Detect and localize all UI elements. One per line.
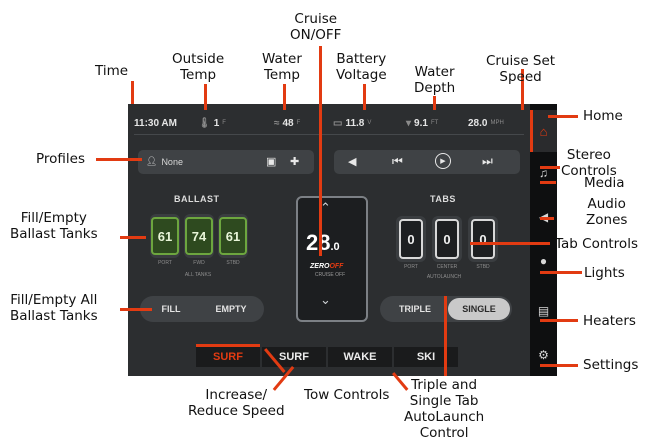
annotation-outside-temp: Outside Temp bbox=[172, 51, 225, 83]
save-profile-icon[interactable]: ▣ bbox=[266, 155, 276, 168]
line-profiles bbox=[96, 158, 142, 161]
status-divider bbox=[134, 134, 524, 135]
cruise-speed-display: 28.0 bbox=[306, 232, 340, 254]
ballast-all-caption: ALL TANKS bbox=[184, 272, 212, 278]
home-icon[interactable]: ⌂ bbox=[530, 118, 557, 144]
tab-port-value[interactable]: 0 bbox=[399, 219, 423, 259]
tab-stbd-value[interactable]: 0 bbox=[471, 219, 495, 259]
tab-port-label: PORT bbox=[404, 264, 418, 270]
annotation-time: Time bbox=[95, 63, 129, 79]
annotation-home: Home bbox=[583, 108, 623, 124]
water-thermometer-icon: ≈ bbox=[274, 117, 280, 129]
tow-mode-wake[interactable]: WAKE bbox=[328, 347, 392, 367]
thermometer-icon: 🌡︎ bbox=[198, 117, 211, 129]
empty-all-button[interactable]: EMPTY bbox=[200, 296, 262, 322]
line-lights bbox=[540, 271, 582, 274]
line-ballast bbox=[120, 236, 146, 239]
line-outside-temp bbox=[204, 84, 207, 110]
line-tabs bbox=[470, 242, 550, 245]
annotation-triple: Triple and Single Tab AutoLaunch Control bbox=[404, 377, 485, 441]
line-fill-all bbox=[120, 308, 152, 311]
volume-icon[interactable]: ◀ bbox=[348, 155, 356, 168]
ballast-tank-fwd-value[interactable]: 74 bbox=[185, 217, 213, 255]
line-time bbox=[131, 81, 134, 104]
line-heaters bbox=[540, 319, 578, 322]
cruise-status: CRUISE OFF bbox=[314, 272, 346, 278]
line-depth bbox=[433, 96, 436, 110]
annotation-audio: Audio Zones bbox=[586, 196, 628, 228]
annotation-settings: Settings bbox=[583, 357, 639, 373]
line-water-temp bbox=[283, 84, 286, 110]
previous-track-icon[interactable]: ⏮︎ bbox=[392, 154, 403, 169]
outside-temp-readout: 🌡︎ 1F bbox=[198, 117, 226, 129]
annotation-lights: Lights bbox=[584, 265, 625, 281]
annotation-cruise: Cruise ON/OFF bbox=[290, 11, 342, 43]
add-profile-icon[interactable]: ✚ bbox=[290, 155, 299, 168]
profiles-bar: 👤︎ None ▣ ✚ bbox=[138, 150, 314, 174]
triple-tab-button[interactable]: TRIPLE bbox=[384, 296, 446, 322]
annotation-heaters: Heaters bbox=[583, 313, 636, 329]
tow-mode-ski[interactable]: SKI bbox=[394, 347, 458, 367]
line-settings bbox=[540, 364, 578, 367]
time-readout: 11:30 AM bbox=[134, 117, 177, 129]
ballast-tank-stbd-label: STBD bbox=[226, 260, 240, 266]
speed-down-chevron-icon[interactable]: ⌄ bbox=[320, 292, 331, 308]
boat-display-screen: 11:30 AM 🌡︎ 1F ≈ 48 F ▭ 11.8 V ▾ 9.1 FT 28.… bbox=[128, 104, 530, 376]
ballast-tank-fwd-label: FWD bbox=[193, 260, 205, 266]
single-tab-button[interactable]: SINGLE bbox=[448, 298, 510, 320]
tab-center-value[interactable]: 0 bbox=[435, 219, 459, 259]
line-cruise bbox=[319, 46, 322, 256]
cruise-brand[interactable]: ZEROOFF bbox=[310, 263, 343, 270]
ballast-tank-port-value[interactable]: 61 bbox=[151, 217, 179, 255]
ballast-tank-stbd-value[interactable]: 61 bbox=[219, 217, 247, 255]
line-media bbox=[540, 181, 556, 184]
water-temp-readout: ≈ 48 F bbox=[274, 117, 301, 129]
annotation-tow: Tow Controls bbox=[304, 387, 390, 403]
annotation-depth: Water Depth bbox=[414, 64, 456, 96]
cruise-panel bbox=[296, 196, 368, 322]
next-track-icon[interactable]: ⏭︎ bbox=[482, 154, 493, 169]
annotation-water-temp: Water Temp bbox=[262, 51, 302, 83]
line-battery bbox=[363, 84, 366, 110]
depth-readout: ▾ 9.1 FT bbox=[406, 117, 439, 129]
line-triple bbox=[444, 296, 447, 376]
annotation-battery: Battery Voltage bbox=[336, 51, 387, 83]
profile-selector[interactable]: 👤︎ None bbox=[146, 156, 183, 167]
depth-icon: ▾ bbox=[406, 117, 412, 129]
tabs-title: TABS bbox=[430, 194, 456, 204]
line-audio bbox=[540, 217, 554, 220]
annotation-profiles: Profiles bbox=[36, 151, 86, 167]
annotation-increase: Increase/Reduce Speed bbox=[188, 387, 285, 419]
tow-mode-surf-active[interactable]: SURF bbox=[196, 347, 260, 367]
line-home bbox=[548, 115, 578, 118]
sidebar-nav: ⌂ ♫ ◀ ● ▤ ⚙ bbox=[530, 104, 557, 376]
user-icon: 👤︎ bbox=[146, 156, 158, 166]
battery-readout: ▭ 11.8 V bbox=[333, 117, 372, 129]
ballast-tank-port-label: PORT bbox=[158, 260, 172, 266]
annotation-tab-controls: Tab Controls bbox=[555, 236, 638, 252]
annotation-cruise-speed: Cruise Set Speed bbox=[486, 53, 556, 85]
autolaunch-caption: AUTOLAUNCH bbox=[426, 274, 462, 280]
annotation-ballast: Fill/Empty Ballast Tanks bbox=[10, 210, 98, 242]
tab-center-label: CENTER bbox=[436, 264, 458, 270]
stereo-controls: ◀ ⏮︎ ▶ ⏭︎ bbox=[334, 150, 520, 174]
cruise-set-speed-readout[interactable]: 28.0 MPH bbox=[468, 114, 504, 132]
tab-stbd-label: STBD bbox=[476, 264, 490, 270]
ballast-title: BALLAST bbox=[174, 194, 220, 204]
annotation-media: Media bbox=[584, 175, 625, 191]
line-stereo bbox=[540, 166, 560, 169]
battery-icon: ▭ bbox=[333, 117, 343, 129]
play-icon[interactable]: ▶ bbox=[435, 153, 451, 169]
annotation-fill-all: Fill/Empty All Ballast Tanks bbox=[10, 292, 98, 324]
